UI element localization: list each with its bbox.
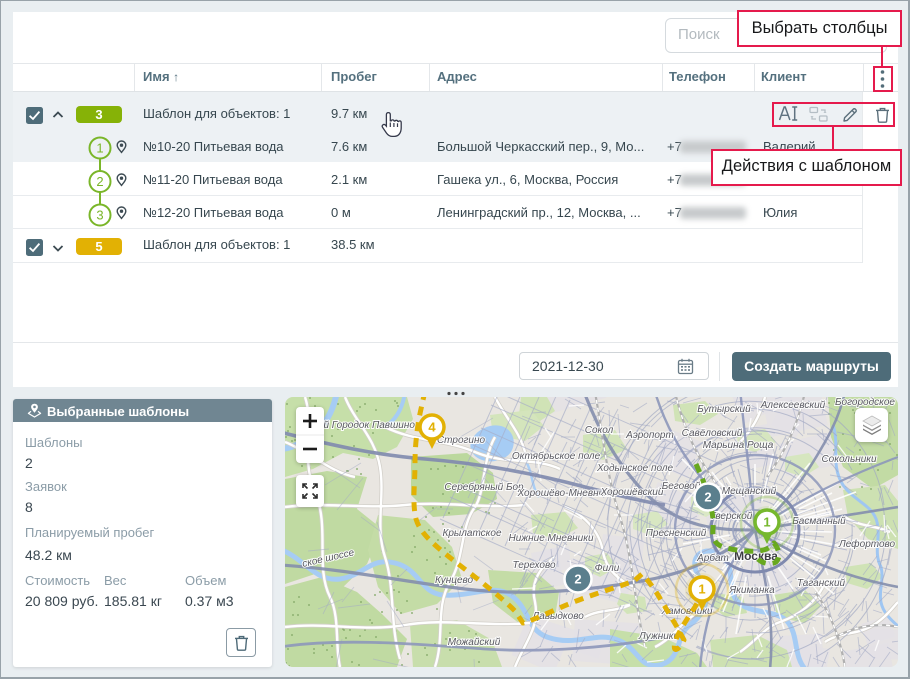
svg-text:2: 2 [96,174,103,189]
svg-text:Можайский: Можайский [448,637,501,648]
svg-text:Тверской: Тверской [710,511,753,522]
svg-text:Сокольники: Сокольники [821,454,877,465]
svg-text:Сокол: Сокол [585,425,614,436]
svg-text:Басманный: Басманный [792,516,846,527]
svg-text:Аэропорт: Аэропорт [625,430,674,441]
svg-text:Якиманка: Якиманка [728,585,775,596]
svg-text:Ходынское поле: Ходынское поле [596,463,674,474]
svg-text:2: 2 [574,572,581,587]
svg-text:Савёловский: Савёловский [682,428,743,439]
svg-text:Арбат: Арбат [696,552,729,564]
svg-text:2: 2 [704,490,711,505]
svg-text:Таганский: Таганский [797,578,846,589]
svg-text:Лужники: Лужники [638,631,680,642]
svg-text:1: 1 [763,515,770,530]
svg-text:Нижние Мневники: Нижние Мневники [508,533,593,544]
svg-text:Хорошёвский: Хорошёвский [600,487,664,498]
svg-text:Давыдково: Давыдково [531,611,584,622]
svg-text:Терехово: Терехово [512,560,555,571]
svg-text:3: 3 [96,208,103,223]
svg-text:Алексеевский: Алексеевский [760,400,826,411]
svg-text:4: 4 [428,420,436,435]
svg-text:Лефортово: Лефортово [838,538,896,550]
svg-text:Пресненский: Пресненский [646,528,707,539]
svg-text:Мещанский: Мещанский [722,486,777,497]
svg-text:Фили: Фили [595,563,620,574]
svg-text:1: 1 [96,141,103,156]
svg-text:Богородское: Богородское [835,397,895,408]
svg-text:Серебряный Бор: Серебряный Бор [444,481,524,493]
svg-text:Кунцево: Кунцево [435,575,474,586]
svg-text:1: 1 [698,582,705,597]
svg-text:Бутырский: Бутырский [697,404,751,415]
svg-text:Строгино: Строгино [437,435,486,446]
svg-text:Марьина Роща: Марьина Роща [703,440,774,451]
svg-text:Октябрьское поле: Октябрьское поле [512,450,601,462]
svg-text:Москва: Москва [734,549,778,563]
svg-text:Крылатское: Крылатское [442,528,502,539]
